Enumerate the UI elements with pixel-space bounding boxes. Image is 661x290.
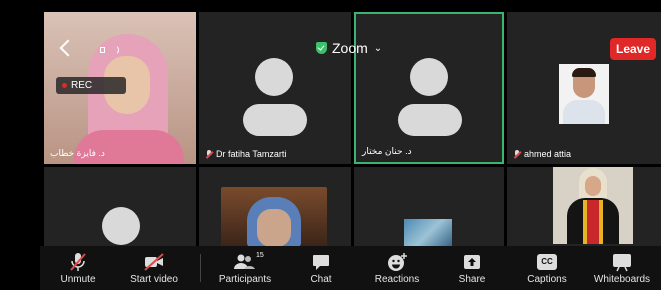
participant-name-label: Dr fatiha Tamzarti [205, 149, 286, 159]
whiteboards-label: Whiteboards [593, 274, 651, 285]
participant-video-image [404, 219, 452, 249]
whiteboards-button[interactable]: Whiteboards [592, 250, 652, 288]
unmute-label: Unmute [60, 274, 96, 285]
chat-label: Chat [310, 274, 332, 285]
profile-photo [553, 167, 633, 244]
reactions-smiley-icon [388, 253, 407, 271]
toolbar-divider [200, 254, 201, 282]
participant-name: ahmed attia [524, 149, 572, 159]
captions-label: Captions [527, 274, 567, 285]
participants-icon [234, 254, 255, 269]
face-shape [257, 209, 291, 247]
reactions-button[interactable]: Reactions [367, 250, 427, 288]
captions-cc-icon-text: CC [541, 257, 553, 266]
participant-name: Dr fatiha Tamzarti [216, 149, 287, 159]
participant-name-label: د. فايزة خطاب [50, 148, 105, 159]
participant-video-image [221, 187, 327, 247]
meeting-top-bar: Zoom ⌄ Leave [44, 34, 661, 66]
shirt-shape [563, 100, 605, 124]
start-video-button[interactable]: Start video [124, 250, 184, 288]
mic-muted-icon [513, 149, 521, 159]
chat-button[interactable]: Chat [291, 250, 351, 288]
meeting-title-text: Zoom [332, 40, 368, 56]
meeting-toolbar: Unmute Start video 15 Participants Chat … [40, 246, 661, 290]
participant-name: د. فايزة خطاب [50, 148, 105, 158]
participant-name-label: ahmed attia [513, 149, 571, 159]
chevron-down-icon: ⌄ [373, 42, 383, 54]
captions-button[interactable]: CC Captions [517, 250, 577, 288]
avatar-head-icon [102, 207, 140, 245]
share-button[interactable]: Share [442, 250, 502, 288]
profile-photo [559, 64, 609, 124]
shield-check-icon [316, 42, 327, 54]
mic-muted-icon [70, 253, 86, 271]
participants-label: Participants [218, 274, 272, 285]
participant-name-label: د. حنان مختار [362, 146, 412, 157]
face-shape [585, 176, 601, 196]
recording-dot-icon [62, 83, 67, 88]
stole-shape [587, 200, 599, 244]
share-upload-icon [464, 255, 480, 269]
participant-name: د. حنان مختار [362, 146, 412, 156]
video-off-icon [144, 253, 164, 271]
reactions-label: Reactions [374, 274, 420, 285]
avatar-body-icon [243, 104, 307, 136]
back-arrow-icon[interactable] [59, 39, 77, 57]
recording-label: REC [71, 80, 93, 91]
chat-icon [313, 255, 329, 270]
share-label: Share [458, 274, 486, 285]
speaker-icon-wave [111, 45, 119, 55]
unmute-button[interactable]: Unmute [48, 250, 108, 288]
speaker-icon-box [100, 47, 105, 53]
speaker-icon[interactable] [100, 42, 119, 58]
participants-button[interactable]: 15 Participants [215, 250, 275, 288]
captions-cc-icon: CC [537, 254, 557, 270]
leave-button[interactable]: Leave [610, 38, 656, 60]
participants-count-badge: 15 [256, 252, 264, 259]
zoom-meeting-window: د. فايزة خطاب Dr fatiha Tamzarti د. حنان… [0, 0, 661, 290]
recording-badge: REC [56, 77, 126, 94]
avatar-body-icon [398, 104, 462, 136]
start-video-label: Start video [130, 274, 178, 285]
mic-muted-icon [205, 149, 213, 159]
whiteboard-icon [613, 254, 631, 272]
meeting-title[interactable]: Zoom ⌄ [316, 40, 382, 56]
hair-shape [572, 68, 596, 77]
